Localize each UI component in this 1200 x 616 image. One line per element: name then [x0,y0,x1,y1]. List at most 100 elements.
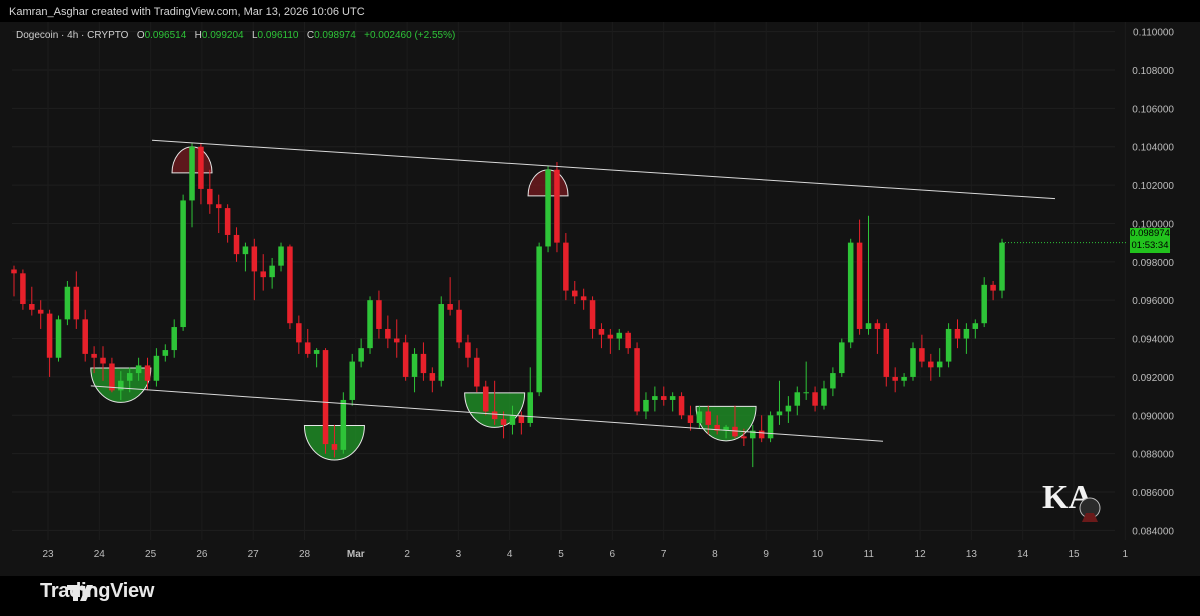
candle-body [936,361,943,368]
candle-body [215,204,222,209]
time-axis-label: 27 [248,549,260,560]
candle-body [456,309,462,343]
candle-body [776,411,783,416]
candle-body [972,323,979,329]
price-axis-label: 0.090000 [1132,411,1174,422]
candle-body [580,296,587,301]
candle-body [420,353,427,374]
open-label: O [136,30,145,41]
high-value: 0.099204 [201,30,244,41]
change-value: +0.002460 (+2.55%) [364,30,456,41]
time-axis-label: 23 [42,549,54,560]
candle-body [767,415,774,439]
candle-body [678,396,685,416]
tradingview-brand[interactable]: TradingView [40,580,154,603]
price-axis: 0.084000 0.086000 0.088000 0.090000 0.092000… [1132,28,1174,538]
candle-body [830,373,836,389]
candle-body [402,342,409,377]
price-axis-label: 0.104000 [1132,143,1174,154]
candle-body [821,388,827,406]
time-axis-label: 24 [94,549,106,560]
candle-body [189,146,195,201]
candle-body [64,286,71,320]
candle-body [892,376,898,381]
low-value: 0.096110 [257,30,299,41]
grid-layer [12,22,1126,540]
time-axis-label: 15 [1068,549,1080,560]
candle-body [180,200,186,328]
price-axis-label: 0.094000 [1132,335,1174,346]
candle-body [251,246,258,272]
time-axis-label: Mar [347,549,365,560]
candle-body [785,405,792,412]
candle-body [607,334,614,339]
candle-body [883,328,890,377]
open-value: 0.096514 [144,30,187,41]
candle-body [741,436,747,439]
time-axis: 23 24 25 26 27 28 Mar 2 3 4 5 6 7 8 9 10 11 12 13 14 15 1 [42,549,1128,560]
candle-body [162,350,169,356]
candle-body [732,426,738,437]
candle-body [358,348,364,362]
candle-body [571,290,578,297]
current-price: 0.098974 [1130,228,1170,239]
candle-body [563,242,569,291]
candle-body [910,348,916,377]
candle-body [509,415,516,425]
footer-bar [0,576,1200,616]
candle-body [652,396,658,400]
time-axis-label: 13 [966,549,978,560]
current-price-tag: 0.098974 01:53:34 [1130,228,1170,253]
candle-body [340,399,347,450]
time-axis-label: 7 [661,549,667,560]
candle-body [625,332,631,349]
candle-body [91,353,97,358]
candle-body [856,242,863,329]
close-label: C [306,30,315,41]
candle-body [242,246,249,255]
candlestick-chart[interactable]: 0.084000 0.086000 0.088000 0.090000 0.092000… [0,0,1200,616]
close-value: 0.098974 [314,30,356,41]
bar-countdown: 01:53:34 [1131,240,1169,251]
candle-body [224,208,231,235]
price-axis-label: 0.088000 [1132,450,1174,461]
time-axis-label: 4 [507,549,513,560]
candle-body [963,328,970,339]
candle-body [46,313,53,358]
candle-body [839,342,845,374]
candle-body [20,273,26,305]
candle-body [687,415,694,423]
candle-body [376,300,382,329]
high-label: H [194,30,202,41]
candle-body [447,304,453,310]
candle-body [954,328,961,339]
candle-body [126,373,133,381]
time-axis-label: 10 [812,549,824,560]
candle-body [803,392,809,394]
candle-body [474,357,480,387]
price-axis-label: 0.086000 [1132,488,1174,499]
candle-body [73,286,80,320]
candle-body [171,327,177,351]
price-axis-label: 0.098000 [1132,258,1174,269]
candle-body [331,444,338,450]
candle-body [438,304,445,381]
candle-body [634,348,640,412]
candle-body [536,246,542,393]
price-axis-label: 0.084000 [1132,526,1174,537]
candle-body [367,300,373,349]
candle-body [109,363,115,391]
candle-body [919,348,925,362]
candle-body [669,396,676,400]
candle-body [661,396,667,400]
candle-body [758,430,765,439]
time-axis-label: 3 [456,549,462,560]
time-axis-label: 9 [763,549,769,560]
time-axis-label: 8 [712,549,718,560]
candle-body [999,242,1005,291]
candle-body [322,350,329,445]
candle-body [527,392,534,423]
candle-body [874,323,881,329]
candle-body [990,284,996,291]
time-axis-label: 11 [864,549,875,560]
